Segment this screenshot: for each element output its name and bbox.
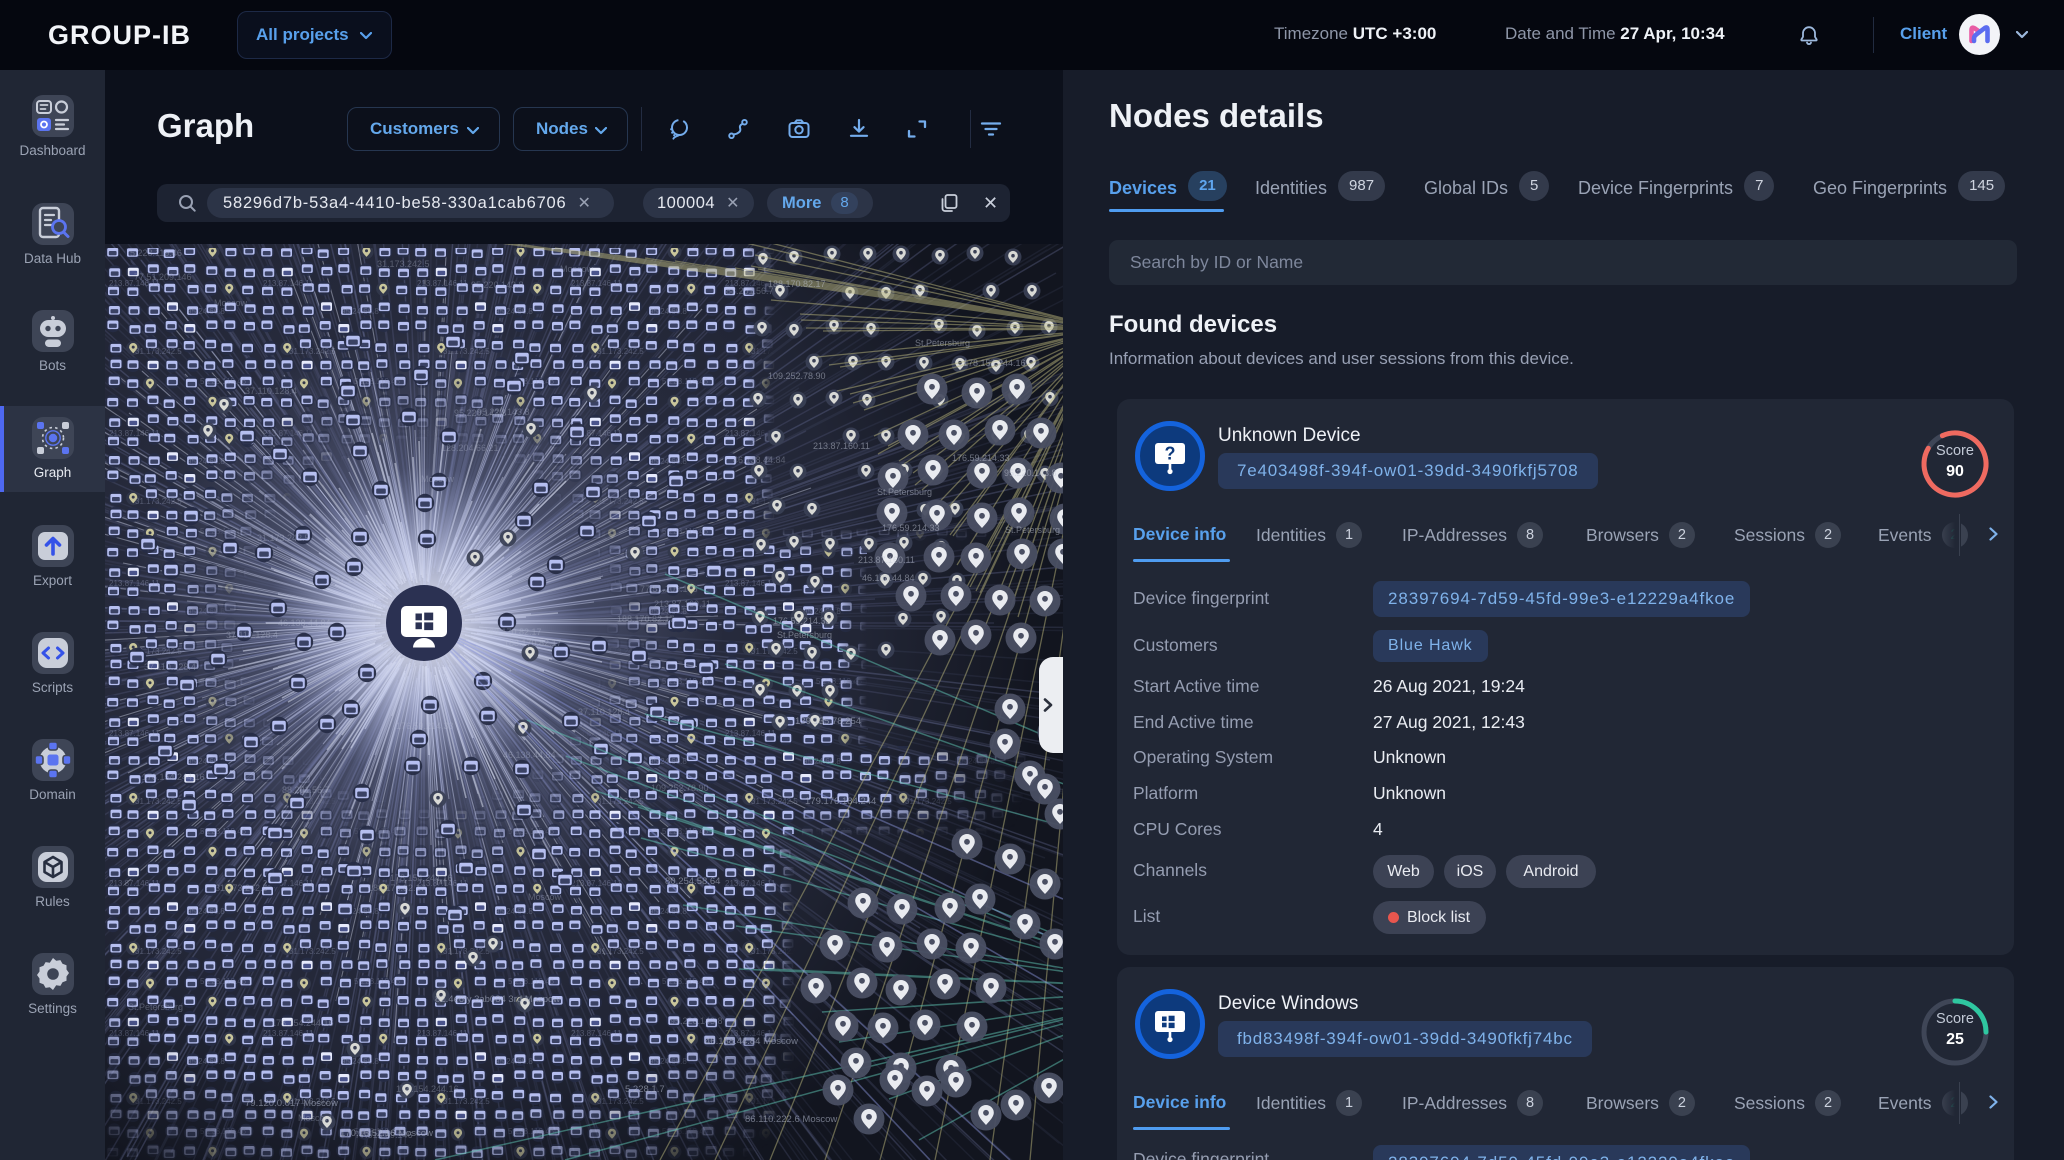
svg-text:79.120.0.017 Moscow: 79.120.0.017 Moscow: [245, 1098, 338, 1109]
svg-text:46.138.44.84: 46.138.44.84: [733, 455, 786, 465]
svg-text:188.170.82.17: 188.170.82.17: [504, 638, 562, 648]
svg-text:179.176.184.244: 179.176.184.244: [805, 796, 876, 807]
svg-text:31.173.242.5: 31.173.242.5: [257, 533, 310, 543]
svg-text:46.138.44.84: 46.138.44.84: [278, 618, 331, 628]
svg-text:46.138.44.84: 46.138.44.84: [503, 750, 556, 760]
svg-text:77.51.209.146: 77.51.209.146: [134, 272, 192, 282]
svg-text:95.220.143.8: 95.220.143.8: [1004, 468, 1057, 478]
svg-text:176.59.214.33: 176.59.214.33: [773, 616, 831, 626]
svg-text:128.204.66.21: 128.204.66.21: [441, 443, 499, 453]
svg-text:31.173.242.5: 31.173.242.5: [215, 883, 268, 893]
svg-text:St.Petersburg: St.Petersburg: [1005, 525, 1060, 535]
svg-text:88.201.56.7: 88.201.56.7: [726, 286, 774, 296]
svg-text:88.201.56.7: 88.201.56.7: [282, 785, 330, 795]
svg-text:176.59.214.33: 176.59.214.33: [396, 721, 454, 731]
svg-text:109.252.78.90: 109.252.78.90: [651, 783, 709, 793]
svg-text:46.138.44.84 Moscow: 46.138.44.84 Moscow: [705, 1036, 798, 1047]
svg-text:188.170.82.17: 188.170.82.17: [768, 279, 826, 289]
svg-text:139.135.78.254: 139.135.78.254: [795, 716, 861, 727]
svg-text:95.220.143.8: 95.220.143.8: [471, 280, 524, 290]
svg-text:213.87.160.11: 213.87.160.11: [654, 599, 711, 609]
svg-text:178.154.244.16: 178.154.244.16: [396, 1084, 459, 1094]
svg-text:170.16.52.16 Moscow: 170.16.52.16 Moscow: [340, 1128, 433, 1139]
svg-text:46.138.44.84: 46.138.44.84: [862, 573, 915, 583]
svg-text:188.170.82.17: 188.170.82.17: [484, 627, 542, 637]
svg-text:95.220.143.8: 95.220.143.8: [454, 408, 507, 418]
svg-text:176.59.214.33: 176.59.214.33: [952, 453, 1010, 463]
svg-text:176.59.214.33: 176.59.214.33: [882, 523, 940, 533]
svg-text:213.87.160.11: 213.87.160.11: [813, 441, 870, 451]
svg-text:213.87.160.11: 213.87.160.11: [858, 555, 915, 565]
svg-text:37.110.128.4: 37.110.128.4: [144, 662, 196, 672]
svg-text:178.154.244.16: 178.154.244.16: [963, 358, 1026, 368]
svg-text:Moscow: Moscow: [298, 1113, 332, 1123]
svg-text:37.110.128.4: 37.110.128.4: [245, 386, 297, 396]
svg-text:178.154.244.16: 178.154.244.16: [390, 873, 453, 883]
svg-text:St.Petersburg: St.Petersburg: [128, 1002, 183, 1012]
svg-text:Moscow: Moscow: [528, 892, 562, 902]
svg-text:77.51.209.146: 77.51.209.146: [640, 584, 698, 594]
svg-text:St.Petersburg: St.Petersburg: [777, 630, 832, 640]
svg-text:178.154.244.16: 178.154.244.16: [142, 772, 205, 782]
svg-text:82.4e6ty 3ab084 3rd Mazpow: 82.4e6ty 3ab084 3rd Mazpow: [435, 994, 560, 1005]
svg-text:5.228.1.7: 5.228.1.7: [625, 1084, 665, 1095]
svg-text:St.Petersburg: St.Petersburg: [915, 338, 970, 348]
svg-text:St.Petersburg: St.Petersburg: [877, 487, 932, 497]
svg-text:95.220.143.8: 95.220.143.8: [670, 1016, 723, 1026]
svg-text:37.110.128.4: 37.110.128.4: [578, 707, 630, 717]
svg-text:86.110.222.6 Moscow: 86.110.222.6 Moscow: [745, 1114, 837, 1125]
svg-text:Moscow: Moscow: [214, 298, 248, 308]
svg-text:?: ?: [1165, 444, 1176, 464]
svg-text:Moscow: Moscow: [560, 264, 594, 274]
svg-text:80.254.58.64: 80.254.58.64: [665, 876, 720, 887]
svg-text:188.170.82.17: 188.170.82.17: [368, 883, 426, 893]
svg-text:Moscow: Moscow: [421, 474, 455, 484]
svg-text:178.154.244.16: 178.154.244.16: [271, 1018, 334, 1028]
svg-text:5.228.119.46: 5.228.119.46: [130, 248, 182, 258]
svg-text:37.110.128.4: 37.110.128.4: [226, 630, 278, 640]
svg-text:31.173.242.5: 31.173.242.5: [377, 259, 430, 269]
svg-text:37.110.128.4: 37.110.128.4: [335, 575, 387, 585]
svg-text:188.170.82.17: 188.170.82.17: [617, 614, 675, 624]
svg-text:109.252.78.90: 109.252.78.90: [768, 371, 826, 381]
